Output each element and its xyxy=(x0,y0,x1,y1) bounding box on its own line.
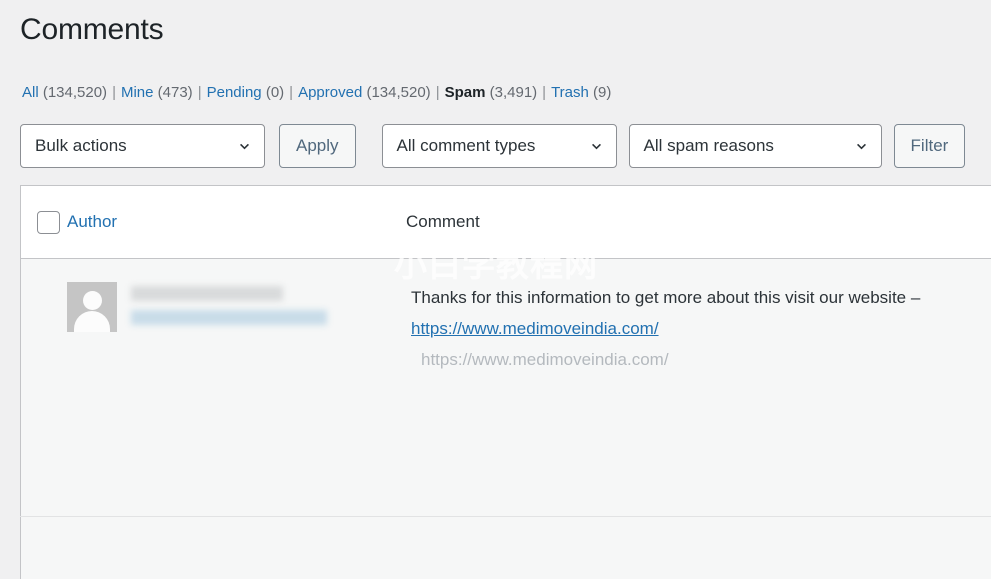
column-header-comment-label: Comment xyxy=(406,212,480,231)
table-row: Thanks for this information to get more … xyxy=(21,259,991,375)
select-all-cell xyxy=(21,210,67,234)
filter-link-all-count: (134,520) xyxy=(42,84,108,101)
comment-body-link[interactable]: https://www.medimoveindia.com/ xyxy=(411,319,659,338)
filter-link-mine-label: Mine xyxy=(120,84,154,101)
bulk-actions-selected-value: Bulk actions xyxy=(35,136,127,155)
avatar-body-shape xyxy=(74,311,110,332)
filter-link-spam-count: (3,491) xyxy=(489,84,538,101)
filter-button-label: Filter xyxy=(910,136,949,155)
filter-link-all[interactable]: All (134,520) xyxy=(22,84,107,101)
filter-link-spam-label: Spam xyxy=(444,84,486,101)
author-email-redacted xyxy=(131,310,327,325)
select-all-checkbox[interactable] xyxy=(37,210,60,234)
filter-link-approved[interactable]: Approved (134,520) xyxy=(298,84,431,101)
filter-link-trash-label: Trash xyxy=(551,84,589,101)
filter-link-approved-label: Approved xyxy=(298,84,363,101)
table-navigation-toolbar: Bulk actions Apply All comment types All… xyxy=(20,123,966,169)
apply-button[interactable]: Apply xyxy=(279,124,356,168)
apply-button-label: Apply xyxy=(296,136,339,155)
comment-type-selected-value: All comment types xyxy=(396,136,536,155)
filter-link-trash-count: (9) xyxy=(593,84,612,101)
filter-link-all-label: All xyxy=(22,84,39,101)
filter-link-approved-count: (134,520) xyxy=(366,84,431,101)
page-title: Comments xyxy=(20,13,164,46)
column-header-comment: Comment xyxy=(406,212,991,232)
comment-type-select[interactable]: All comment types xyxy=(381,124,617,168)
chevron-down-icon xyxy=(238,140,251,153)
row-comment-cell: Thanks for this information to get more … xyxy=(406,282,991,375)
column-header-author-label: Author xyxy=(67,212,118,231)
filter-link-trash[interactable]: Trash (9) xyxy=(551,84,611,101)
chevron-down-icon xyxy=(855,140,868,153)
filter-link-pending-label: Pending xyxy=(206,84,262,101)
filter-button[interactable]: Filter xyxy=(893,124,966,168)
filter-separator: | xyxy=(197,84,202,101)
chevron-down-icon xyxy=(590,140,603,153)
row-select-cell xyxy=(21,282,67,286)
comment-author-url: https://www.medimoveindia.com/ xyxy=(421,350,669,369)
filter-link-spam[interactable]: Spam (3,491) xyxy=(445,84,538,101)
table-bottom-divider xyxy=(20,516,991,517)
filter-link-pending-count: (0) xyxy=(265,84,285,101)
spam-reason-select[interactable]: All spam reasons xyxy=(628,124,882,168)
row-author-cell xyxy=(67,282,406,332)
filter-link-mine[interactable]: Mine (473) xyxy=(121,84,193,101)
filter-separator: | xyxy=(289,84,294,101)
filter-separator: | xyxy=(435,84,440,101)
spam-reason-selected-value: All spam reasons xyxy=(643,136,774,155)
author-details xyxy=(117,282,327,325)
column-header-author[interactable]: Author xyxy=(67,212,406,232)
comment-body-text: Thanks for this information to get more … xyxy=(411,288,921,307)
author-name-redacted xyxy=(131,286,283,301)
table-body: Thanks for this information to get more … xyxy=(21,259,991,579)
avatar xyxy=(67,282,117,332)
avatar-head-shape xyxy=(82,291,102,310)
filter-separator: | xyxy=(542,84,547,101)
bulk-actions-select[interactable]: Bulk actions xyxy=(20,124,265,168)
comment-status-filter-links: All (134,520) | Mine (473) | Pending (0) | App… xyxy=(22,82,611,103)
filter-link-mine-count: (473) xyxy=(157,84,193,101)
table-header-row: Author Comment xyxy=(21,186,991,259)
filter-separator: | xyxy=(112,84,116,101)
filter-link-pending[interactable]: Pending (0) xyxy=(207,84,285,101)
comment-body: Thanks for this information to get more … xyxy=(411,282,956,344)
